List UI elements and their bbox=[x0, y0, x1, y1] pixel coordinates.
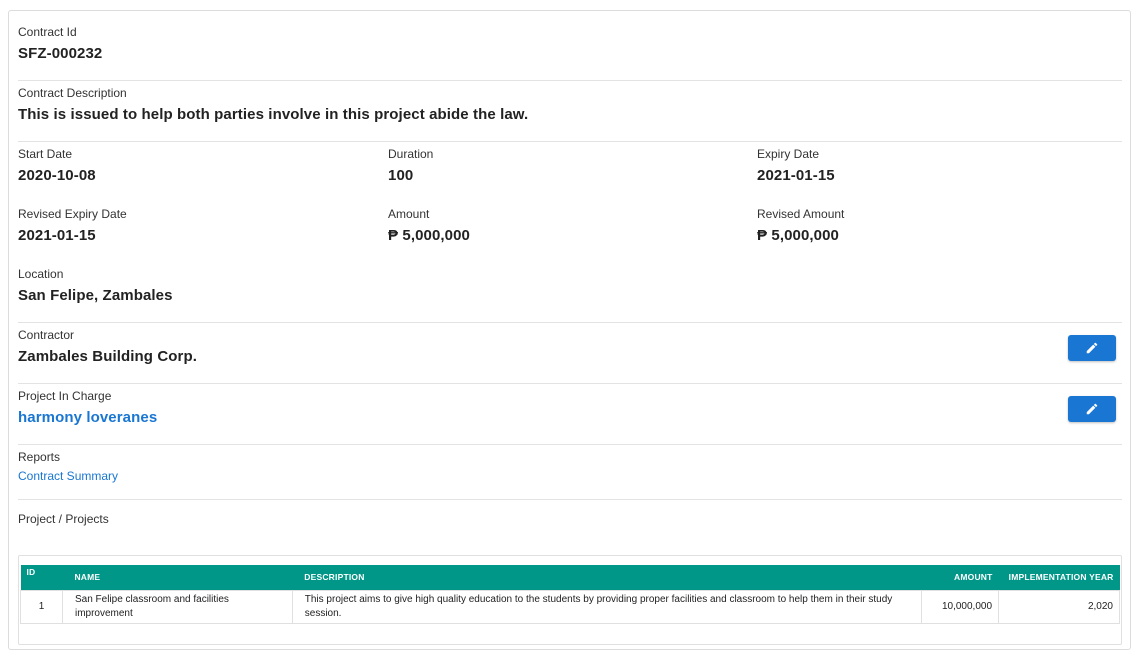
expiry-date-value: 2021-01-15 bbox=[757, 167, 835, 184]
projects-section-title: Project / Projects bbox=[18, 512, 1122, 526]
contract-description-label: Contract Description bbox=[18, 86, 127, 100]
projects-table: ID NAME DESCRIPTION AMOUNT IMPLEMENTATIO… bbox=[20, 565, 1120, 624]
reports-field: Reports Contract Summary bbox=[18, 450, 1122, 483]
project-in-charge-label: Project In Charge bbox=[18, 389, 112, 403]
divider bbox=[18, 322, 1122, 323]
divider bbox=[18, 444, 1122, 445]
edit-project-in-charge-button[interactable] bbox=[1068, 396, 1116, 422]
duration-value: 100 bbox=[388, 167, 414, 184]
projects-table-container: ID NAME DESCRIPTION AMOUNT IMPLEMENTATIO… bbox=[18, 555, 1122, 645]
column-header-amount[interactable]: AMOUNT bbox=[922, 565, 999, 590]
cell-name: San Felipe classroom and facilities impr… bbox=[61, 589, 293, 624]
table-row[interactable]: 1 San Felipe classroom and facilities im… bbox=[20, 589, 1120, 624]
start-date-value: 2020-10-08 bbox=[18, 167, 96, 184]
revised-expiry-label: Revised Expiry Date bbox=[18, 207, 127, 221]
revised-amount-label: Revised Amount bbox=[757, 207, 845, 221]
duration-label: Duration bbox=[388, 147, 434, 161]
contract-id-value: SFZ-000232 bbox=[18, 45, 103, 62]
column-header-description[interactable]: DESCRIPTION bbox=[292, 565, 921, 590]
divider bbox=[18, 383, 1122, 384]
contractor-field: Contractor Zambales Building Corp. bbox=[18, 328, 1122, 378]
location-label: Location bbox=[18, 267, 64, 281]
column-header-implementation-year[interactable]: IMPLEMENTATION YEAR bbox=[999, 565, 1120, 590]
revised-amount-field: Revised Amount ₱ 5,000,000 bbox=[757, 207, 844, 245]
duration-field: Duration 100 bbox=[388, 147, 433, 185]
expiry-date-field: Expiry Date 2021-01-15 bbox=[757, 147, 835, 185]
revised-expiry-field: Revised Expiry Date 2021-01-15 bbox=[18, 207, 127, 245]
amount-value: ₱ 5,000,000 bbox=[388, 227, 471, 244]
projects-label: Project / Projects bbox=[18, 512, 109, 526]
amount-label: Amount bbox=[388, 207, 430, 221]
table-header-row: ID NAME DESCRIPTION AMOUNT IMPLEMENTATIO… bbox=[20, 565, 1120, 590]
amount-field: Amount ₱ 5,000,000 bbox=[388, 207, 470, 245]
contract-description-field: Contract Description This is issued to h… bbox=[18, 86, 1122, 124]
expiry-date-label: Expiry Date bbox=[757, 147, 820, 161]
amounts-row: Revised Expiry Date 2021-01-15 Amount ₱ … bbox=[18, 207, 1122, 247]
edit-contractor-button[interactable] bbox=[1068, 335, 1116, 361]
divider bbox=[18, 80, 1122, 81]
cell-implementation-year: 2,020 bbox=[998, 589, 1120, 624]
revised-expiry-value: 2021-01-15 bbox=[18, 227, 96, 244]
pencil-icon bbox=[1086, 403, 1098, 415]
contract-summary-link[interactable]: Contract Summary bbox=[18, 469, 1122, 483]
start-date-field: Start Date 2020-10-08 bbox=[18, 147, 96, 185]
contractor-label: Contractor bbox=[18, 328, 75, 342]
project-in-charge-field: Project In Charge harmony loveranes bbox=[18, 389, 1122, 439]
revised-amount-value: ₱ 5,000,000 bbox=[757, 227, 840, 244]
column-header-name[interactable]: NAME bbox=[62, 565, 292, 590]
start-date-label: Start Date bbox=[18, 147, 73, 161]
contractor-value: Zambales Building Corp. bbox=[18, 348, 197, 365]
dates-row: Start Date 2020-10-08 Duration 100 Expir… bbox=[18, 147, 1122, 187]
pencil-icon bbox=[1086, 342, 1098, 354]
project-in-charge-link[interactable]: harmony loveranes bbox=[18, 409, 1122, 427]
location-field: Location San Felipe, Zambales bbox=[18, 267, 1122, 305]
contract-id-label: Contract Id bbox=[18, 25, 77, 39]
cell-description: This project aims to give high quality e… bbox=[291, 589, 923, 624]
reports-label: Reports bbox=[18, 450, 61, 464]
contract-details-card: Contract Id SFZ-000232 Contract Descript… bbox=[8, 10, 1131, 650]
location-value: San Felipe, Zambales bbox=[18, 287, 173, 304]
column-header-id[interactable]: ID bbox=[21, 565, 63, 590]
contract-description-value: This is issued to help both parties invo… bbox=[18, 106, 529, 123]
divider bbox=[18, 141, 1122, 142]
divider bbox=[18, 499, 1122, 500]
cell-id: 1 bbox=[20, 589, 63, 624]
contract-id-field: Contract Id SFZ-000232 bbox=[18, 25, 1122, 63]
cell-amount: 10,000,000 bbox=[921, 589, 1000, 624]
